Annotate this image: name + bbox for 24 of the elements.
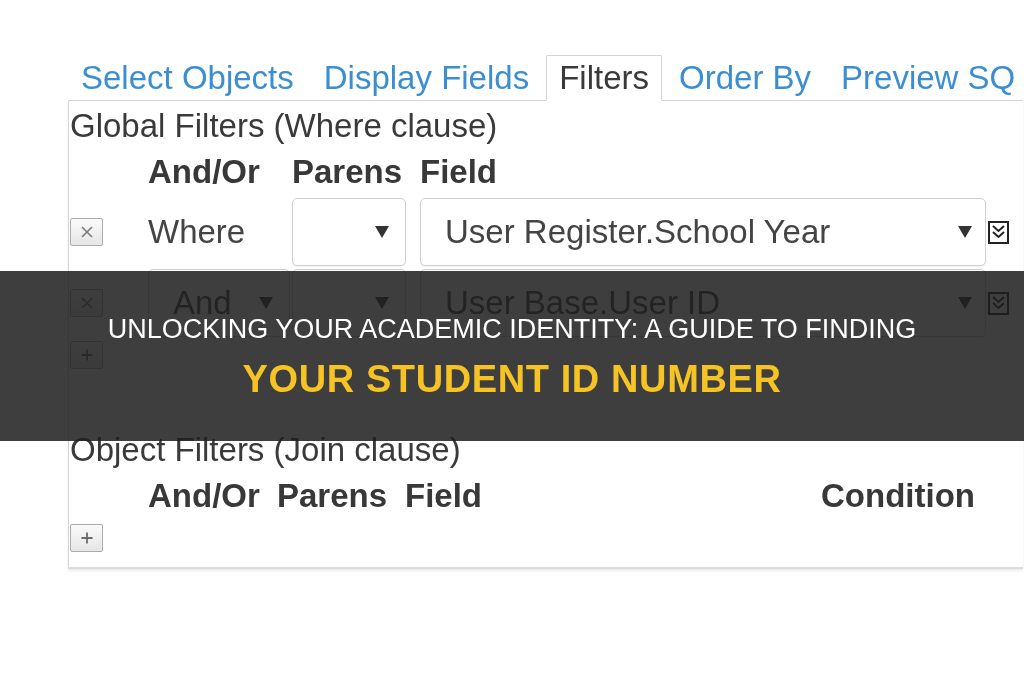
column-header: And/Or bbox=[148, 153, 260, 191]
remove-button[interactable] bbox=[70, 218, 103, 246]
tab[interactable]: Preview SQ bbox=[828, 55, 1024, 101]
tab[interactable]: Display Fields bbox=[310, 55, 543, 101]
banner-highlight: YOUR STUDENT ID NUMBER bbox=[242, 356, 782, 401]
column-header: Field bbox=[405, 477, 482, 515]
caret-icon bbox=[958, 226, 972, 238]
close-icon bbox=[80, 226, 93, 238]
column-header: Parens bbox=[277, 477, 388, 515]
plus-icon bbox=[80, 532, 93, 544]
tab[interactable]: Select Objects bbox=[68, 55, 307, 101]
dropdown[interactable]: User Register.School Year bbox=[420, 198, 986, 266]
section-title: Object Filters (Join clause) bbox=[70, 431, 461, 469]
column-header: And/Or bbox=[148, 477, 260, 515]
column-header: Condition bbox=[821, 477, 975, 515]
section-title: Global Filters (Where clause) bbox=[70, 107, 498, 145]
and-or-label: Where bbox=[148, 212, 246, 252]
caret-icon bbox=[375, 226, 389, 238]
double-chevron-icon[interactable] bbox=[988, 220, 1009, 244]
tab[interactable]: Filters bbox=[546, 55, 662, 101]
tab[interactable]: Order By bbox=[666, 55, 825, 101]
add-button[interactable] bbox=[70, 524, 103, 552]
column-header: Parens bbox=[292, 153, 403, 191]
column-header: Field bbox=[420, 153, 497, 191]
